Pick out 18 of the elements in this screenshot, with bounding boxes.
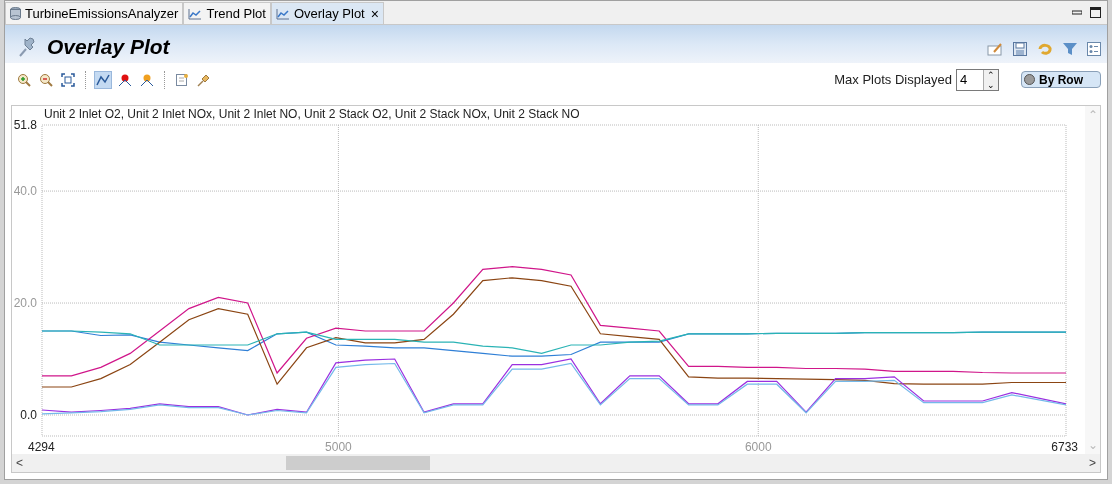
tab[interactable]: TurbineEmissionsAnalyzer bbox=[5, 2, 184, 24]
by-row-toggle[interactable]: By Row bbox=[1021, 71, 1101, 89]
tab[interactable]: Trend Plot bbox=[183, 2, 271, 24]
view-title: Overlay Plot bbox=[47, 34, 170, 60]
max-plots-spinner[interactable]: 4 ⌃ ⌄ bbox=[956, 68, 999, 91]
y-tick-label: 51.8 bbox=[13, 118, 37, 132]
x-tick-label: 6733 bbox=[1051, 440, 1078, 454]
y-tick-label: 40.0 bbox=[13, 184, 37, 199]
chart-title: Unit 2 Inlet O2, Unit 2 Inlet NOx, Unit 2 Inlet NO, Unit 2 Stack O2, Unit 2 Stack NOx, Unit 2 Stack NO bbox=[44, 107, 580, 121]
x-tick-label: 6000 bbox=[744, 440, 772, 454]
x-tick-label: 5000 bbox=[325, 440, 352, 454]
x-tick-label: 4294 bbox=[28, 440, 55, 454]
horizontal-scrollbar[interactable]: < > bbox=[12, 454, 1100, 472]
y-tick-label: 20.0 bbox=[13, 296, 37, 311]
tab[interactable]: Overlay Plot × bbox=[270, 2, 384, 24]
max-plots-label: Max Plots Displayed bbox=[834, 71, 952, 89]
close-icon[interactable]: × bbox=[370, 6, 379, 21]
y-tick-label: 0.0 bbox=[20, 408, 37, 422]
